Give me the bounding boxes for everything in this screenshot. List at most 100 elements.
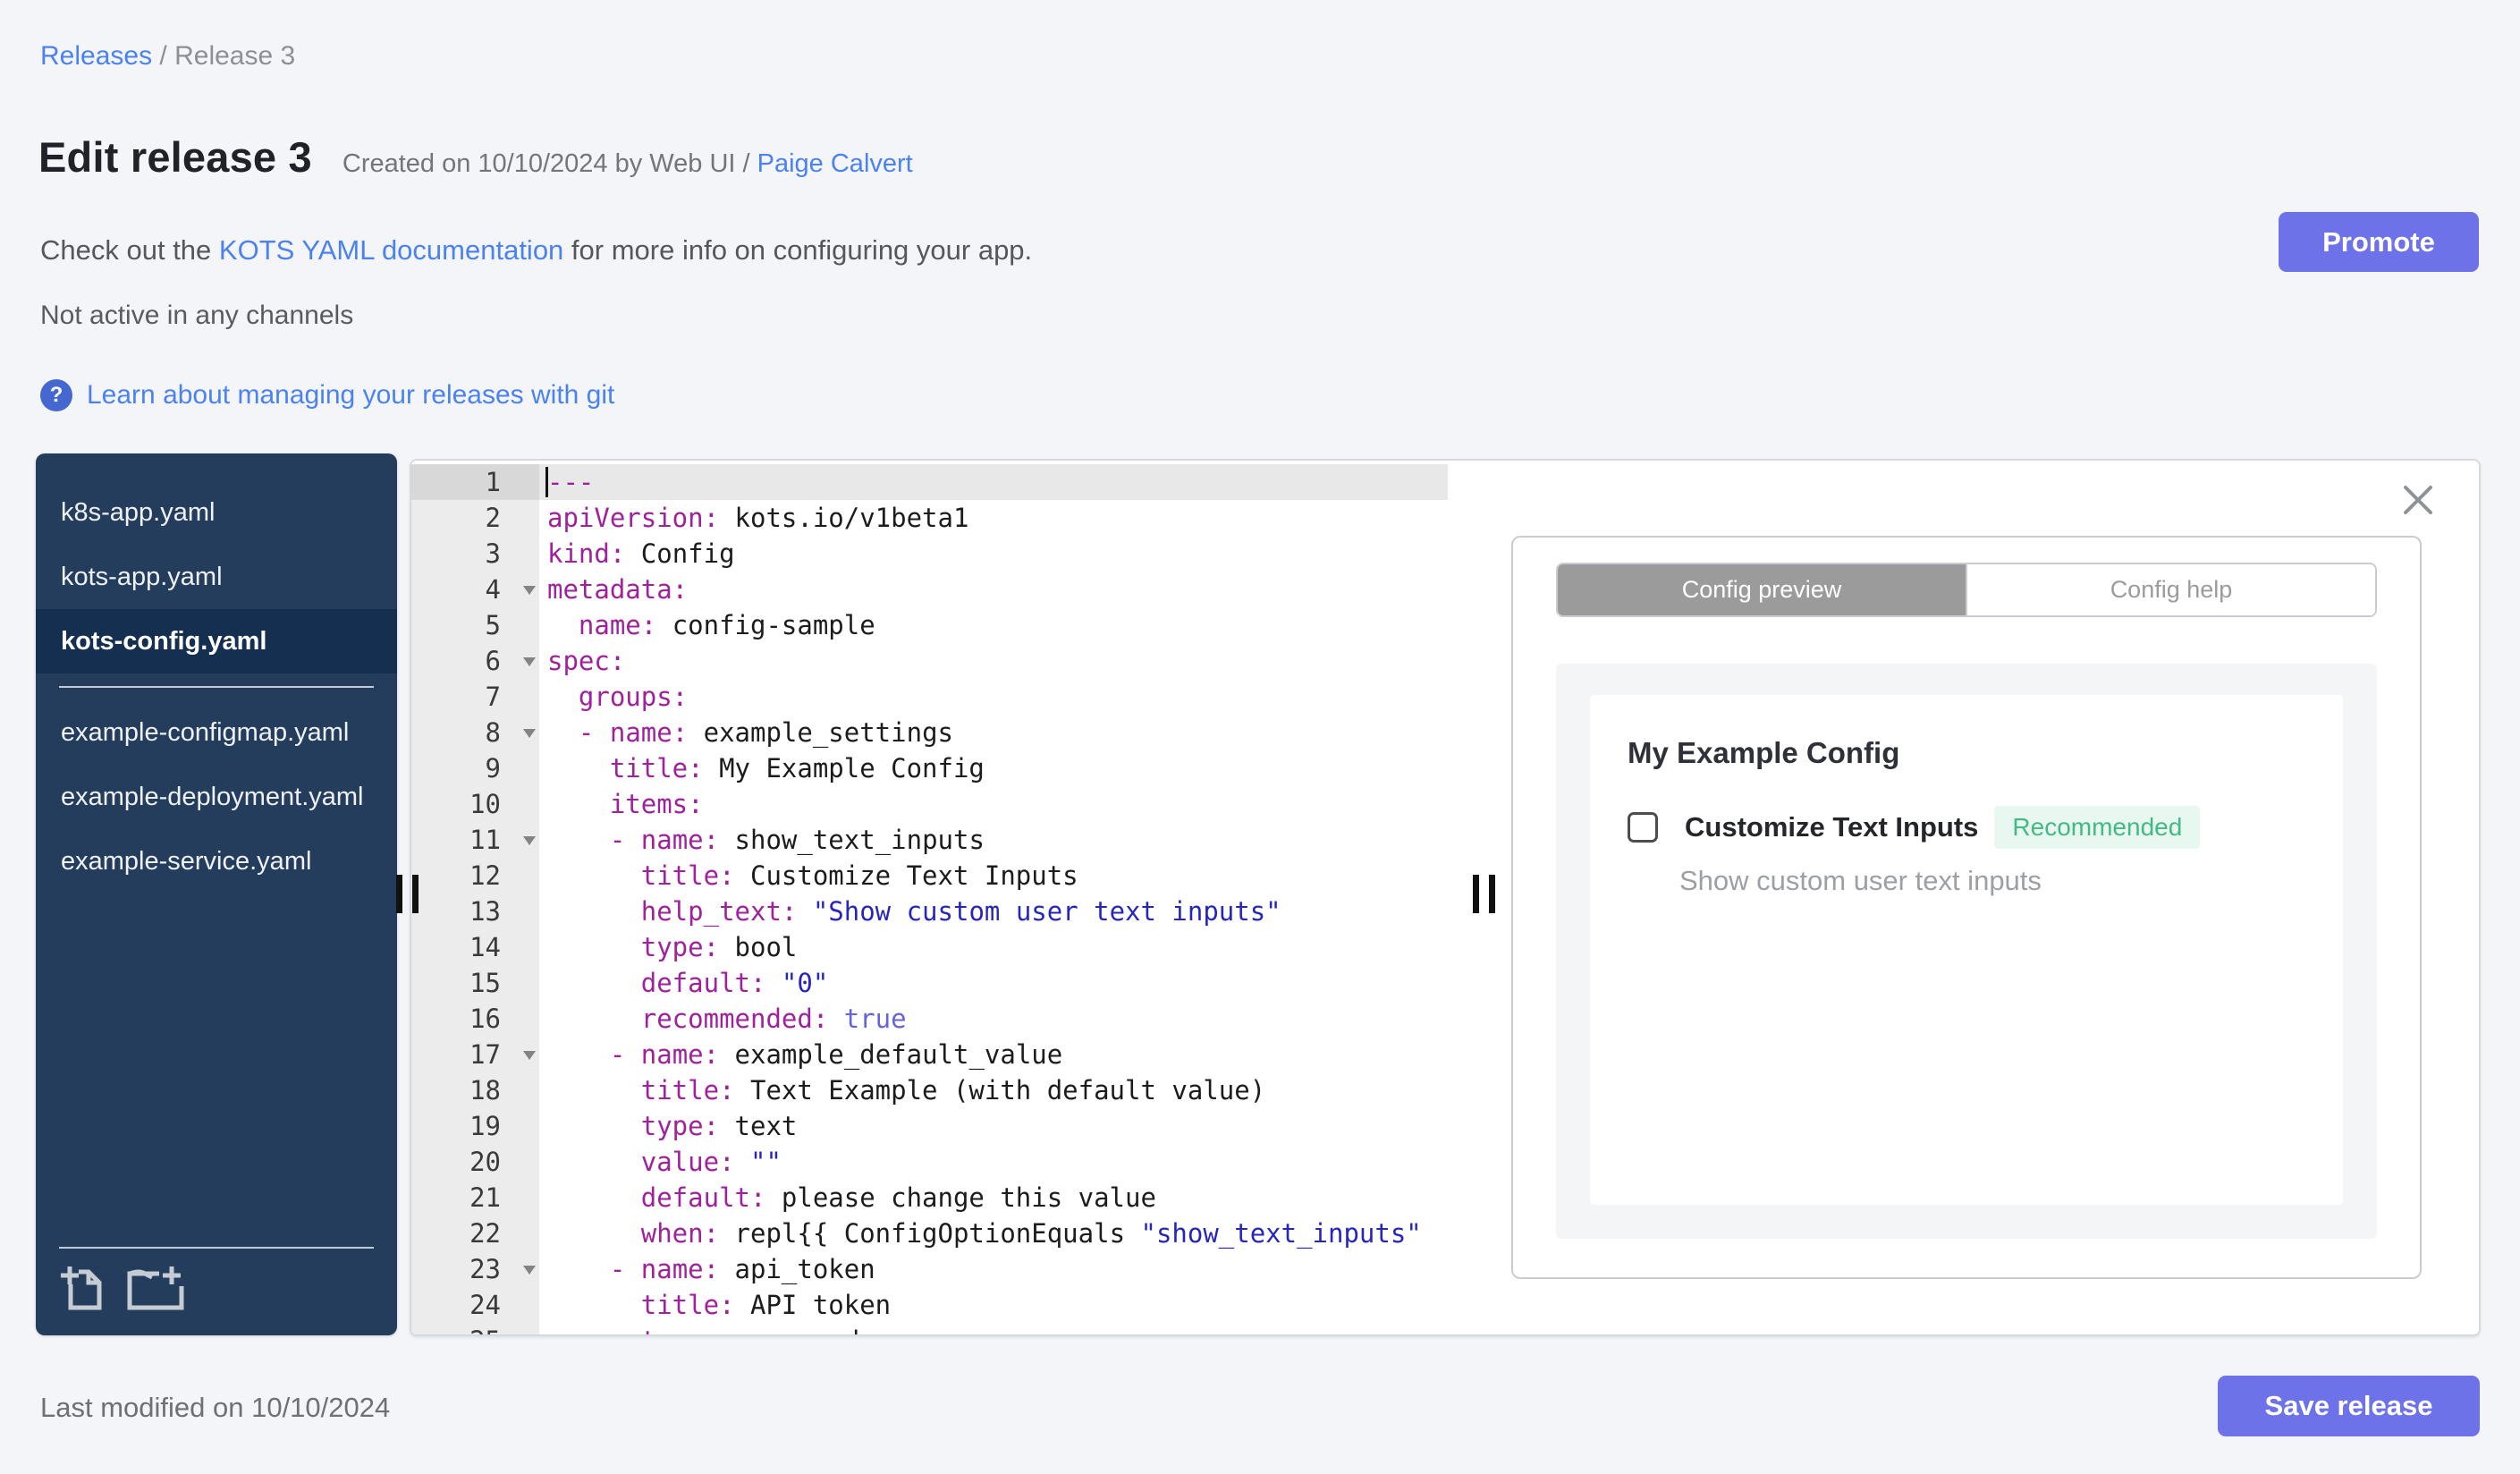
breadcrumb-releases-link[interactable]: Releases (40, 41, 152, 72)
line-number: 4 (411, 572, 539, 607)
config-preview-card: Config preview Config help My Example Co… (1511, 536, 2422, 1279)
line-number: 23 (411, 1251, 539, 1287)
line-number: 1 (411, 464, 539, 500)
code-line: title: API token (640, 1290, 892, 1320)
line-number: 14 (411, 929, 539, 965)
fold-arrow-icon[interactable] (523, 729, 536, 738)
editor-line-19[interactable]: 19 type: text (411, 1108, 1448, 1144)
close-icon (2400, 485, 2436, 521)
file-tree-item-kots-app-yaml[interactable]: kots-app.yaml (36, 545, 397, 609)
yaml-editor[interactable]: 1 --- 2 apiVersion: kots.io/v1beta1 3 kind: C… (411, 461, 1450, 1334)
breadcrumb-separator: / (152, 41, 175, 71)
editor-line-1[interactable]: 1 --- (411, 464, 1448, 500)
editor-line-2[interactable]: 2 apiVersion: kots.io/v1beta1 (411, 500, 1448, 536)
line-number: 18 (411, 1072, 539, 1108)
folder-plus-icon (127, 1266, 184, 1314)
line-number: 19 (411, 1108, 539, 1144)
fold-arrow-icon[interactable] (523, 1051, 536, 1060)
line-number: 7 (411, 679, 539, 715)
created-text: Created on 10/10/2024 by Web UI / (342, 149, 757, 178)
editor-line-22[interactable]: 22 when: repl{{ ConfigOptionEquals "show… (411, 1216, 1448, 1251)
editor-line-12[interactable]: 12 title: Customize Text Inputs (411, 858, 1448, 894)
editor-line-3[interactable]: 3 kind: Config (411, 536, 1448, 572)
tab-config-help[interactable]: Config help (1966, 564, 2375, 615)
editor-line-25[interactable]: 25 type: password (411, 1323, 1448, 1334)
editor-line-20[interactable]: 20 value: "" (411, 1144, 1448, 1180)
editor-line-10[interactable]: 10 items: (411, 786, 1448, 822)
git-releases-help-link[interactable]: Learn about managing your releases with … (87, 380, 614, 411)
close-preview-button[interactable] (2396, 479, 2440, 523)
editor-line-24[interactable]: 24 title: API token (411, 1287, 1448, 1323)
config-group-card: My Example Config Customize Text Inputs … (1590, 695, 2343, 1205)
new-file-button[interactable] (59, 1265, 104, 1314)
line-number: 11 (411, 822, 539, 858)
line-number: 9 (411, 750, 539, 786)
sidebar-bottom-divider (59, 1247, 374, 1249)
editor-resize-handle[interactable] (1473, 875, 1495, 913)
edit-release-page: Releases / Release 3 Edit release 3 Crea… (0, 0, 2520, 1474)
editor-line-7[interactable]: 7 groups: (411, 679, 1448, 715)
line-number: 24 (411, 1287, 539, 1323)
file-tree-item-k8s-app-yaml[interactable]: k8s-app.yaml (36, 480, 397, 545)
fold-arrow-icon[interactable] (523, 1266, 536, 1275)
created-info: Created on 10/10/2024 by Web UI / Paige … (342, 149, 913, 179)
editor-line-14[interactable]: 14 type: bool (411, 929, 1448, 965)
editor-line-6[interactable]: 6 spec: (411, 643, 1448, 679)
fold-arrow-icon[interactable] (523, 586, 536, 595)
file-tree-example-list: example-configmap.yaml example-deployment… (36, 695, 397, 894)
editor-line-21[interactable]: 21 default: please change this value (411, 1180, 1448, 1216)
code-line: title: Customize Text Inputs (640, 860, 1078, 891)
editor-line-13[interactable]: 13 help_text: "Show custom user text inp… (411, 894, 1448, 929)
tab-config-preview[interactable]: Config preview (1558, 564, 1966, 615)
editor-line-17[interactable]: 17 - name: example_default_value (411, 1037, 1448, 1072)
code-line: --- (547, 467, 595, 497)
editor-line-9[interactable]: 9 title: My Example Config (411, 750, 1448, 786)
editor-line-18[interactable]: 18 title: Text Example (with default val… (411, 1072, 1448, 1108)
save-release-button[interactable]: Save release (2218, 1376, 2480, 1436)
config-group-title: My Example Config (1628, 736, 1900, 769)
code-line: name: config-sample (578, 610, 875, 640)
file-tree-item-example-deployment-yaml[interactable]: example-deployment.yaml (36, 765, 397, 829)
kots-yaml-docs-link[interactable]: KOTS YAML documentation (219, 234, 563, 266)
config-item-help-text: Show custom user text inputs (1679, 865, 2042, 896)
preview-tabs: Config preview Config help (1556, 563, 2377, 617)
code-line: metadata: (547, 574, 689, 605)
code-line: type: password (539, 1323, 1448, 1334)
file-tree-item-example-service-yaml[interactable]: example-service.yaml (36, 829, 397, 894)
file-tree-sidebar: k8s-app.yaml kots-app.yaml kots-config.yam… (36, 453, 397, 1335)
line-number: 13 (411, 894, 539, 929)
new-folder-button[interactable] (127, 1265, 184, 1314)
editor-line-16[interactable]: 16 recommended: true (411, 1001, 1448, 1037)
file-tree-item-example-configmap-yaml[interactable]: example-configmap.yaml (36, 700, 397, 765)
line-number: 12 (411, 858, 539, 894)
created-author-link[interactable]: Paige Calvert (757, 149, 913, 178)
editor-line-8[interactable]: 8 - name: example_settings (411, 715, 1448, 750)
editor-line-5[interactable]: 5 name: config-sample (411, 607, 1448, 643)
code-line: default: please change this value (640, 1182, 1156, 1213)
code-line: title: My Example Config (609, 753, 985, 784)
line-number: 15 (411, 965, 539, 1001)
fold-arrow-icon[interactable] (523, 836, 536, 845)
code-line: spec: (547, 646, 626, 676)
line-number: 21 (411, 1180, 539, 1216)
line-number: 25 (411, 1323, 539, 1334)
editor-line-15[interactable]: 15 default: "0" (411, 965, 1448, 1001)
text-cursor (545, 467, 548, 497)
code-line: kind: Config (547, 538, 735, 569)
editor-line-23[interactable]: 23 - name: api_token (411, 1251, 1448, 1287)
code-line: groups: (578, 682, 689, 712)
line-number: 6 (411, 643, 539, 679)
line-number: 20 (411, 1144, 539, 1180)
promote-button[interactable]: Promote (2279, 212, 2479, 272)
editor-line-4[interactable]: 4 metadata: (411, 572, 1448, 607)
sidebar-resize-handle[interactable] (396, 875, 419, 913)
last-modified-text: Last modified on 10/10/2024 (40, 1392, 391, 1423)
code-line: - name: example_settings (578, 717, 953, 748)
config-preview-body: My Example Config Customize Text Inputs … (1556, 664, 2377, 1239)
channel-status: Not active in any channels (40, 301, 354, 330)
file-tree-item-kots-config-yaml[interactable]: kots-config.yaml (36, 609, 397, 673)
code-line: - name: api_token (609, 1254, 875, 1284)
fold-arrow-icon[interactable] (523, 657, 536, 666)
customize-text-inputs-checkbox[interactable] (1628, 812, 1658, 843)
editor-line-11[interactable]: 11 - name: show_text_inputs (411, 822, 1448, 858)
